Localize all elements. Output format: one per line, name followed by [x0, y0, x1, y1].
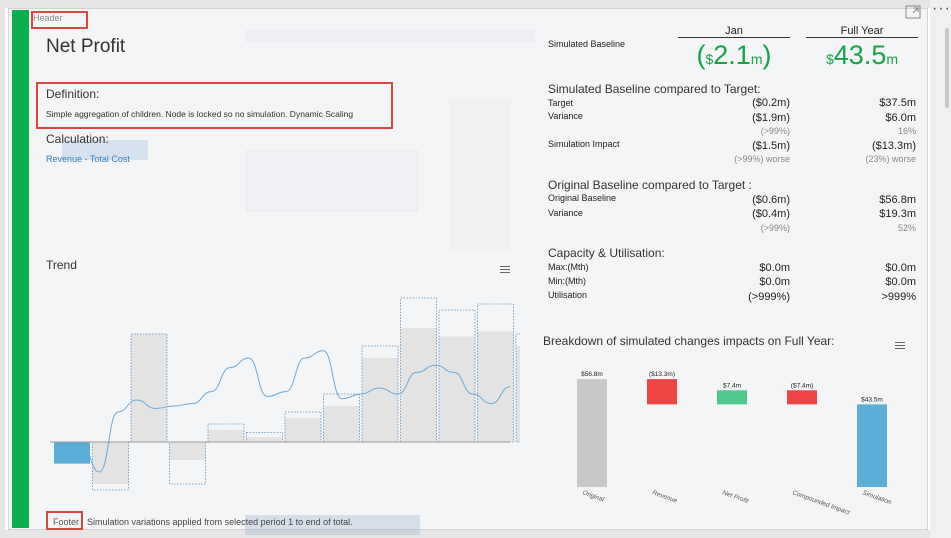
footer-text: Simulation variations applied from selec…: [87, 517, 353, 527]
impact-fy: ($13.3m): [871, 140, 916, 152]
impact-jan: ($1.5m): [752, 140, 790, 152]
breakdown-bar: [857, 404, 887, 487]
breakdown-title: Breakdown of simulated changes impacts o…: [543, 334, 835, 348]
trend-chart: [50, 297, 520, 491]
original-vs-target-title: Original Baseline compared to Target :: [548, 178, 752, 192]
trend-bar: [208, 430, 244, 442]
simulated-baseline-label: Simulated Baseline: [548, 39, 626, 49]
min-fy: $0.0m: [885, 276, 916, 288]
trend-bar: [323, 406, 360, 442]
variance-fy-pct: 16%: [897, 126, 916, 136]
original-baseline-label: Original Baseline: [548, 193, 617, 203]
max-fy: $0.0m: [885, 262, 916, 274]
breakdown-bar: [647, 379, 677, 405]
breakdown-value-label: $56.8m: [581, 371, 603, 378]
original-variance-fy-pct: 52%: [897, 223, 916, 233]
page-title: Net Profit: [46, 36, 126, 57]
trend-bar: [516, 346, 520, 442]
original-variance-jan: ($0.4m): [752, 208, 790, 220]
variance-jan: ($1.9m): [752, 112, 790, 124]
trend-menu-icon[interactable]: [500, 266, 510, 274]
definition-text: Simple aggregation of children. Node is …: [46, 109, 354, 119]
trend-bar: [54, 442, 90, 464]
original-variance-fy: $19.3m: [879, 208, 916, 220]
footer-tag-label: Footer: [53, 517, 80, 527]
variance-jan-pct: (>99%): [760, 126, 790, 136]
breakdown-category-label: Original: [581, 489, 605, 503]
min-label: Min:(Mth): [548, 276, 586, 286]
breakdown-value-label: $43.5m: [861, 396, 883, 403]
variance-label: Variance: [548, 111, 583, 121]
definition-label: Definition:: [46, 87, 100, 101]
more-options-icon[interactable]: ···: [932, 1, 951, 17]
fy-column-header: Full Year: [840, 25, 884, 37]
breakdown-value-label: ($13.3m): [649, 371, 675, 378]
breakdown-bar: [717, 390, 747, 405]
breakdown-value-label: $7.4m: [723, 382, 741, 389]
scrollbar-thumb[interactable]: [945, 28, 949, 108]
jan-simulated-value: ($2.1m): [696, 40, 772, 70]
simulation-impact-label: Simulation Impact: [548, 139, 620, 149]
fy-simulated-value: $43.5m: [825, 40, 899, 70]
vs-target-title: Simulated Baseline compared to Target:: [548, 82, 761, 96]
trend-label: Trend: [46, 258, 77, 272]
breakdown-category-label: Revenue: [651, 489, 678, 505]
trend-bar: [439, 336, 475, 442]
breakdown-chart: $56.8m Original ($13.3m) Revenue $7.4m Net Pr…: [577, 371, 893, 515]
header-tag-highlight: [31, 11, 88, 29]
original-variance-label: Variance: [548, 208, 583, 218]
report-canvas-top: [0, 0, 951, 8]
status-color-bar: [12, 10, 29, 528]
breakdown-bar: [787, 390, 817, 405]
fy-header-divider: [806, 37, 918, 38]
utilisation-fy: >999%: [881, 291, 916, 303]
trend-bar: [285, 418, 321, 442]
min-jan: $0.0m: [759, 276, 790, 288]
calculation-label: Calculation:: [46, 132, 109, 146]
breakdown-category-label: Compounded Impact: [791, 489, 851, 515]
impact-jan-pct: (>99%) worse: [734, 154, 790, 164]
target-fy: $37.5m: [879, 97, 916, 109]
variance-fy: $6.0m: [885, 112, 916, 124]
trend-bar: [400, 328, 437, 442]
trend-bar: [169, 442, 206, 460]
impact-fy-pct: (23%) worse: [865, 154, 916, 164]
utilisation-jan: (>999%): [748, 291, 790, 303]
trend-bar: [131, 334, 167, 442]
calculation-link[interactable]: Revenue - Total Cost: [46, 154, 130, 164]
breakdown-bar: [577, 379, 607, 487]
breakdown-category-label: Net Profit: [721, 489, 750, 505]
trend-bar: [362, 358, 398, 442]
breakdown-menu-icon[interactable]: [895, 342, 905, 350]
capacity-title: Capacity & Utilisation:: [548, 246, 665, 260]
breakdown-value-label: ($7.4m): [791, 382, 813, 389]
utilisation-label: Utilisation: [548, 290, 588, 300]
target-label: Target: [548, 98, 574, 108]
trend-bar: [246, 437, 283, 442]
jan-column-header: Jan: [725, 25, 743, 37]
report-canvas-bottom: [0, 530, 951, 538]
trend-bar: [92, 442, 129, 484]
target-jan: ($0.2m): [752, 97, 790, 109]
max-jan: $0.0m: [759, 262, 790, 274]
jan-header-divider: [678, 37, 790, 38]
breakdown-category-label: Simulation: [861, 489, 892, 506]
report-canvas-left: [0, 0, 5, 538]
focus-mode-icon[interactable]: [905, 5, 921, 19]
original-variance-jan-pct: (>99%): [760, 223, 790, 233]
max-label: Max:(Mth): [548, 262, 589, 272]
original-baseline-jan: ($0.6m): [752, 194, 790, 206]
original-baseline-fy: $56.8m: [879, 194, 916, 206]
